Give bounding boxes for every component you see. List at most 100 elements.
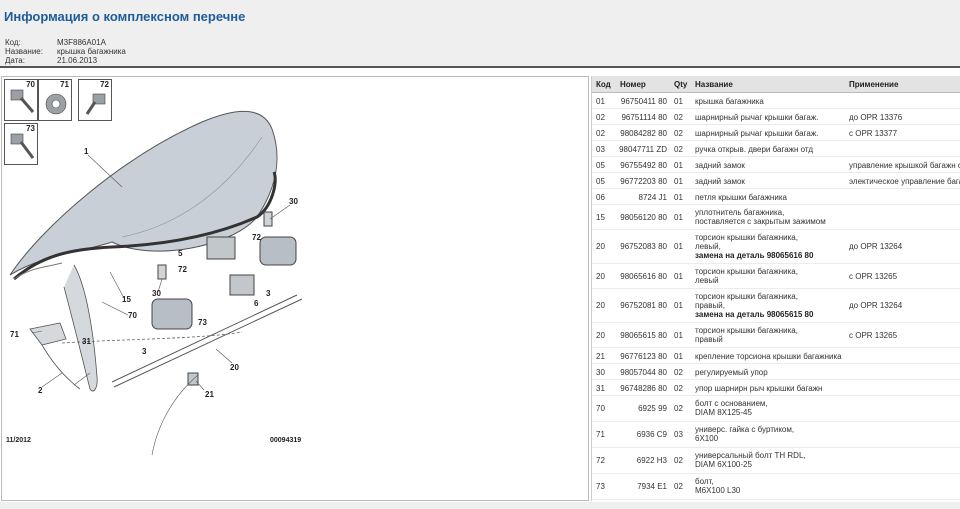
cell-qty: 01: [674, 177, 683, 186]
name-line: шарнирный рычаг крышки багаж.: [695, 113, 819, 122]
table-row[interactable]: 02 96751114 80 02 шарнирный рычаг крышки…: [592, 109, 960, 125]
name-line: уплотнитель багажника,: [695, 208, 785, 217]
callout-2: 2: [38, 386, 43, 395]
col-qty[interactable]: Qty: [674, 80, 687, 89]
cell-code: 05: [596, 161, 605, 170]
cell-code: 03: [596, 145, 605, 154]
cell-application: с OPR 13265: [849, 331, 898, 340]
cell-name: болт, M6X100 L30: [695, 477, 740, 495]
cell-code: 21: [596, 352, 605, 361]
table-row[interactable]: 20 98065615 80 01 торсион крышки багажни…: [592, 323, 960, 348]
fastener-thumb-72[interactable]: 72: [78, 79, 112, 121]
table-row[interactable]: 05 96755492 80 01 задний замок управлени…: [592, 157, 960, 173]
table-row[interactable]: 71 6936 C9 03 универс. гайка с буртиком,…: [592, 422, 960, 448]
cell-number: 8724 J1: [638, 193, 667, 202]
table-row[interactable]: 73 7934 E1 02 болт, M6X100 L30: [592, 474, 960, 500]
table-row[interactable]: 31 96748286 80 02 упор шарнирн рыч крышк…: [592, 380, 960, 396]
meta-date-label: Дата:: [5, 56, 25, 65]
cell-name: торсион крышки багажника, правый: [695, 326, 798, 344]
fastener-thumb-71[interactable]: 71: [38, 79, 72, 121]
fastener-thumb-70[interactable]: 70: [4, 79, 38, 121]
callout-72b: 72: [178, 265, 187, 274]
name-line: универс. гайка с буртиком,: [695, 425, 795, 434]
cell-qty: 02: [674, 456, 683, 465]
name-line: крепление торсиона крышки багажника: [695, 352, 842, 361]
table-row[interactable]: 01 96750411 80 01 крышка багажника: [592, 93, 960, 109]
callout-3b: 3: [142, 347, 147, 356]
name-line: M6X100 L30: [695, 486, 741, 495]
col-number[interactable]: Номер: [620, 80, 646, 89]
table-row[interactable]: 02 98084282 80 02 шарнирный рычаг крышки…: [592, 125, 960, 141]
table-row[interactable]: 03 98047711 ZD 02 ручка открыв. двери ба…: [592, 141, 960, 157]
nut-icon: [45, 93, 67, 115]
cell-name: торсион крышки багажника, правый, замена…: [695, 292, 813, 319]
table-row[interactable]: 20 96752083 80 01 торсион крышки багажни…: [592, 230, 960, 264]
cell-name: шарнирный рычаг крышки багаж.: [695, 113, 818, 122]
cell-qty: 01: [674, 352, 683, 361]
parts-table: Код Номер Qty Название Применение 01 967…: [591, 76, 960, 501]
cell-code: 20: [596, 301, 605, 310]
name-line: ручка открыв. двери багажн отд: [695, 145, 813, 154]
exploded-diagram[interactable]: 70 71 72 73 1 30 72 5 72 15 3 6 30 73 70…: [1, 76, 589, 501]
cell-code: 31: [596, 384, 605, 393]
table-row[interactable]: 20 98065616 80 01 торсион крышки багажни…: [592, 264, 960, 289]
callout-31: 31: [82, 337, 91, 346]
cell-application: управление крышкой багажн с: [849, 161, 960, 170]
cell-qty: 02: [674, 145, 683, 154]
name-line: торсион крышки багажника,: [695, 267, 798, 276]
diagram-date: 11/2012: [6, 437, 31, 444]
table-row[interactable]: 21 96776123 80 01 крепление торсиона кры…: [592, 348, 960, 364]
col-code[interactable]: Код: [596, 80, 611, 89]
cell-code: 02: [596, 113, 605, 122]
callout-73: 73: [198, 318, 207, 327]
cell-qty: 02: [674, 384, 683, 393]
cell-name: торсион крышки багажника, левый: [695, 267, 798, 285]
bolt-icon: [10, 89, 35, 113]
table-row[interactable]: 70 6925 99 02 болт с основанием, DIAM 8X…: [592, 396, 960, 422]
cell-application: с OPR 13265: [849, 272, 898, 281]
meta-name-label: Название:: [5, 47, 43, 56]
col-application[interactable]: Применение: [849, 80, 898, 89]
cell-qty: 01: [674, 242, 683, 251]
cell-number: 6922 H3: [636, 456, 667, 465]
table-row[interactable]: 30 98057044 80 02 регулируемый упор: [592, 364, 960, 380]
name-line: левый: [695, 276, 719, 285]
cell-code: 71: [596, 430, 605, 439]
callout-72: 72: [252, 233, 261, 242]
cell-name: задний замок: [695, 161, 745, 170]
table-row[interactable]: 15 98056120 80 01 уплотнитель багажника,…: [592, 205, 960, 230]
col-name[interactable]: Название: [695, 80, 733, 89]
info-header: Информация о комплексном перечне Код: M3…: [0, 0, 960, 68]
table-row[interactable]: 72 6922 H3 02 универсальный болт TH RDL,…: [592, 448, 960, 474]
cell-qty: 01: [674, 97, 683, 106]
cell-qty: 01: [674, 161, 683, 170]
table-row[interactable]: 20 96752081 80 01 торсион крышки багажни…: [592, 289, 960, 323]
name-line: поставляется с закрытым зажимом: [695, 217, 826, 226]
bolt-icon: [10, 133, 35, 159]
table-header: Код Номер Qty Название Применение: [592, 76, 960, 93]
cell-code: 20: [596, 331, 605, 340]
name-line: шарнирный рычаг крышки багаж.: [695, 129, 819, 138]
name-line: правый: [695, 335, 723, 344]
cell-number: 96750411 80: [620, 97, 667, 106]
cell-code: 15: [596, 213, 605, 222]
name-line: задний замок: [695, 177, 745, 186]
cell-name: универс. гайка с буртиком, 6X100: [695, 425, 794, 443]
cell-name: упор шарнирн рыч крышки багажн: [695, 384, 822, 393]
callout-70: 70: [128, 311, 137, 320]
fastener-thumb-73[interactable]: 73: [4, 123, 38, 165]
name-line: торсион крышки багажника,: [695, 233, 798, 242]
cell-qty: 02: [674, 113, 683, 122]
callout-5: 5: [178, 249, 183, 258]
cell-qty: 01: [674, 301, 683, 310]
name-line: 6X100: [695, 434, 719, 443]
callout-3: 3: [266, 289, 271, 298]
cell-code: 02: [596, 129, 605, 138]
cell-qty: 01: [674, 213, 683, 222]
table-row[interactable]: 06 8724 J1 01 петля крышки багажника: [592, 189, 960, 205]
table-row[interactable]: 05 96772203 80 01 задний замок электичес…: [592, 173, 960, 189]
name-line: левый,: [695, 242, 721, 251]
cell-name: универсальный болт TH RDL, DIAM 6X100-25: [695, 451, 806, 469]
callout-30: 30: [289, 197, 298, 206]
callout-21: 21: [205, 390, 214, 399]
